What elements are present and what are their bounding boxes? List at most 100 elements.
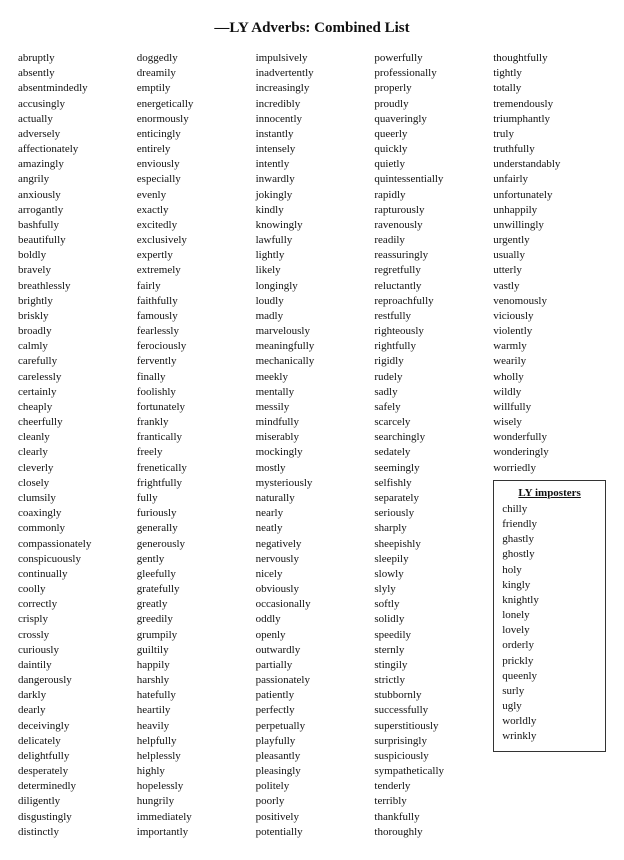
list-item: disgustingly <box>18 810 131 825</box>
list-item: incredibly <box>256 97 369 112</box>
list-item: naturally <box>256 491 369 506</box>
list-item: extremely <box>137 263 250 278</box>
list-item: dearly <box>18 703 131 718</box>
list-item: messily <box>256 400 369 415</box>
list-item: enviously <box>137 157 250 172</box>
list-item: abruptly <box>18 51 131 66</box>
list-item: softly <box>374 597 487 612</box>
list-item: truthfully <box>493 142 606 157</box>
list-item: triumphantly <box>493 112 606 127</box>
list-item: certainly <box>18 385 131 400</box>
imposter-item: wrinkly <box>502 729 597 744</box>
list-item: crisply <box>18 612 131 627</box>
list-item: grumpily <box>137 628 250 643</box>
column-4: powerfullyprofessionallyproperlyproudlyq… <box>371 51 490 840</box>
list-item: delightfully <box>18 749 131 764</box>
list-item: rudely <box>374 370 487 385</box>
list-item: inadvertently <box>256 66 369 81</box>
list-item: sympathetically <box>374 764 487 779</box>
list-item: knowingly <box>256 218 369 233</box>
list-item: furiously <box>137 506 250 521</box>
list-item: reproachfully <box>374 294 487 309</box>
list-item: enormously <box>137 112 250 127</box>
list-item: terribly <box>374 794 487 809</box>
list-item: gratefully <box>137 582 250 597</box>
list-item: mockingly <box>256 445 369 460</box>
list-item: hatefully <box>137 688 250 703</box>
list-item: nervously <box>256 552 369 567</box>
list-item: carefully <box>18 354 131 369</box>
list-item: proudly <box>374 97 487 112</box>
list-item: reluctantly <box>374 279 487 294</box>
list-item: obviously <box>256 582 369 597</box>
list-item: compassionately <box>18 537 131 552</box>
list-item: positively <box>256 810 369 825</box>
imposter-item: worldly <box>502 714 597 729</box>
list-item: wildly <box>493 385 606 400</box>
list-item: absentmindedly <box>18 81 131 96</box>
list-item: coaxingly <box>18 506 131 521</box>
list-item: wonderfully <box>493 430 606 445</box>
imposter-item: surly <box>502 684 597 699</box>
page-title: —LY Adverbs: Combined List <box>15 20 609 37</box>
list-item: fully <box>137 491 250 506</box>
list-item: actually <box>18 112 131 127</box>
list-item: sedately <box>374 445 487 460</box>
list-item: properly <box>374 81 487 96</box>
list-item: pleasantly <box>256 749 369 764</box>
list-item: arrogantly <box>18 203 131 218</box>
list-item: wisely <box>493 415 606 430</box>
imposter-item: orderly <box>502 638 597 653</box>
imposter-item: prickly <box>502 654 597 669</box>
list-item: powerfully <box>374 51 487 66</box>
list-item: frenetically <box>137 461 250 476</box>
list-item: wholly <box>493 370 606 385</box>
list-item: increasingly <box>256 81 369 96</box>
list-item: clumsily <box>18 491 131 506</box>
list-item: affectionately <box>18 142 131 157</box>
column-2: doggedlydreamilyemptilyenergeticallyenor… <box>134 51 253 840</box>
list-item: continually <box>18 567 131 582</box>
list-item: conspicuously <box>18 552 131 567</box>
list-item: anxiously <box>18 188 131 203</box>
column-3: impulsivelyinadvertentlyincreasinglyincr… <box>253 51 372 840</box>
list-item: rigidly <box>374 354 487 369</box>
list-item: exactly <box>137 203 250 218</box>
list-item: fairly <box>137 279 250 294</box>
list-item: slowly <box>374 567 487 582</box>
list-item: dreamily <box>137 66 250 81</box>
list-item: nicely <box>256 567 369 582</box>
list-item: tenderly <box>374 779 487 794</box>
column-1: abruptlyabsentlyabsentmindedlyaccusingly… <box>15 51 134 840</box>
list-item: negatively <box>256 537 369 552</box>
list-item: inwardly <box>256 172 369 187</box>
list-item: openly <box>256 628 369 643</box>
list-item: passionately <box>256 673 369 688</box>
list-item: generously <box>137 537 250 552</box>
list-item: calmly <box>18 339 131 354</box>
list-item: energetically <box>137 97 250 112</box>
list-item: unfortunately <box>493 188 606 203</box>
imposter-item: ghostly <box>502 547 597 562</box>
list-item: fervently <box>137 354 250 369</box>
list-item: truly <box>493 127 606 142</box>
list-item: frankly <box>137 415 250 430</box>
imposter-item: ugly <box>502 699 597 714</box>
list-item: reassuringly <box>374 248 487 263</box>
list-item: helpfully <box>137 734 250 749</box>
list-item: delicately <box>18 734 131 749</box>
list-item: patiently <box>256 688 369 703</box>
column-5: thoughtfullytightlytotallytremendouslytr… <box>490 51 609 752</box>
list-item: superstitiously <box>374 719 487 734</box>
list-item: bashfully <box>18 218 131 233</box>
list-item: emptily <box>137 81 250 96</box>
list-item: unfairly <box>493 172 606 187</box>
list-item: restfully <box>374 309 487 324</box>
list-item: clearly <box>18 445 131 460</box>
list-item: curiously <box>18 643 131 658</box>
list-item: gleefully <box>137 567 250 582</box>
list-item: impulsively <box>256 51 369 66</box>
list-item: rightfully <box>374 339 487 354</box>
imposter-item: knightly <box>502 593 597 608</box>
list-item: seemingly <box>374 461 487 476</box>
